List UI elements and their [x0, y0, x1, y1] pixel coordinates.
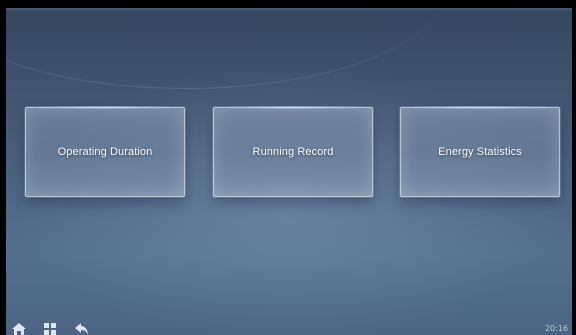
energy-statistics-button[interactable]: Energy Statistics: [400, 106, 560, 197]
bottom-nav-bar: 20:16: [6, 319, 572, 335]
energy-statistics-label: Energy Statistics: [438, 146, 522, 158]
running-record-label: Running Record: [252, 146, 334, 158]
operating-duration-button[interactable]: Operating Duration: [25, 106, 185, 197]
home-icon[interactable]: [12, 323, 26, 335]
back-icon[interactable]: [75, 323, 89, 335]
clock-time: 20:16: [544, 324, 568, 333]
operating-duration-label: Operating Duration: [57, 146, 153, 158]
grid-icon[interactable]: [43, 323, 57, 335]
top-edge-line: [6, 8, 572, 10]
background-sheen: [6, 8, 446, 89]
running-record-button[interactable]: Running Record: [213, 106, 373, 197]
main-screen: Operating Duration Running Record Energy…: [6, 8, 572, 335]
